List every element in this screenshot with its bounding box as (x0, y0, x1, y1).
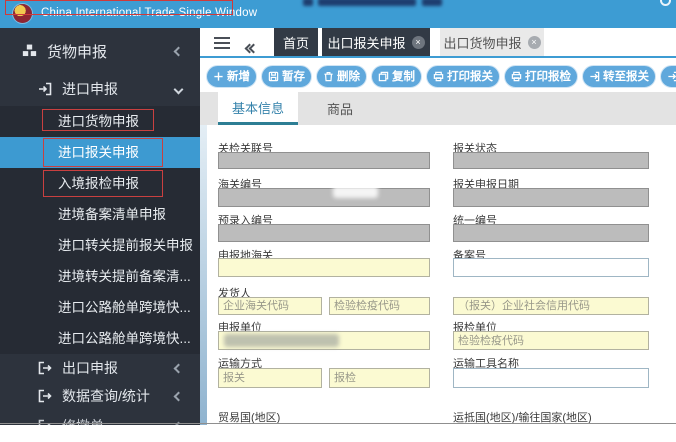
top-bar: China International Trade Single Window (0, 0, 676, 28)
sidebar-item-import-declare[interactable]: 进口申报 (0, 74, 200, 104)
button-label: 转至报关 (603, 68, 649, 84)
print-customs-button[interactable]: 打印报关 (426, 65, 500, 88)
toolbar: 新增 暂存 删除 复制 打印报关 打印报检 转至报关 (200, 60, 676, 92)
tab-label: 出口货物申报 (444, 33, 522, 52)
tab-export-customs[interactable]: 出口报关申报 × (322, 28, 430, 56)
button-label: 打印报关 (447, 68, 493, 84)
chevron-left-icon (174, 391, 184, 401)
transport-mode-inspection-input[interactable] (329, 368, 430, 388)
customs-no-field (218, 188, 430, 207)
transfer-icon (667, 71, 676, 82)
transfer-to-customs-button[interactable]: 转至报关 (582, 65, 656, 88)
sidebar-item-import-transit-pre[interactable]: 进口转关提前报关申报 (0, 230, 200, 261)
sidebar-item-entry-inspection[interactable]: 入境报检申报 (0, 168, 200, 199)
crop-divider (0, 423, 676, 424)
button-label: 复制 (392, 68, 415, 84)
sidebar-item-label: 出口申报 (62, 358, 118, 378)
consignor-customs-code-input[interactable] (218, 297, 322, 315)
user-icon[interactable] (660, 0, 671, 6)
form-tab-bar: 基本信息 商品 (200, 92, 676, 125)
basic-info-form: 关检关联号 报关状态 海关编号 报关申报日期 预录入编号 统一编号 申报地海关 … (200, 125, 676, 425)
sign-out-icon (38, 389, 52, 403)
tab-strip: 首页 出口报关申报 × 出口货物申报 × (200, 28, 676, 58)
copy-icon (378, 71, 389, 82)
trash-icon (323, 71, 334, 82)
sidebar-submenu-import: 进口货物申报 进口报关申报 入境报检申报 进境备案清单申报 进口转关提前报关申报… (0, 106, 200, 354)
customs-status-field (453, 152, 649, 169)
save-icon (268, 71, 279, 82)
unified-no-field (453, 224, 649, 242)
pre-entry-no-field (218, 224, 430, 242)
tab-label: 首页 (283, 33, 309, 52)
printer-icon (433, 71, 444, 82)
sidebar-item-import-road-manifest-1[interactable]: 进口公路舱单跨境快... (0, 292, 200, 323)
tab-label: 出口报关申报 (328, 33, 406, 52)
sign-in-icon (38, 82, 52, 96)
transport-mode-customs-input[interactable] (218, 368, 322, 388)
button-label: 删除 (337, 68, 360, 84)
sidebar-item-label: 数据查询/统计 (62, 386, 150, 406)
sidebar-group-cargo-declare[interactable]: 货物申报 (0, 36, 200, 66)
declare-date-field (453, 188, 649, 207)
annotation-box (5, 0, 233, 15)
chevron-left-icon (174, 46, 184, 56)
button-label: 暂存 (282, 68, 305, 84)
transfer-clipped-button[interactable] (660, 65, 676, 88)
sidebar-item-import-customs-active[interactable]: 进口报关申报 (0, 137, 200, 168)
sign-out-icon (38, 419, 52, 425)
button-label: 打印报检 (525, 68, 571, 84)
copy-button[interactable]: 复制 (371, 65, 422, 88)
sidebar-item-entry-record-list[interactable]: 进境备案清单申报 (0, 199, 200, 230)
tab-export-goods[interactable]: 出口货物申报 × (440, 28, 544, 56)
sidebar-item-import-goods[interactable]: 进口货物申报 (0, 106, 200, 137)
tab-basic-info[interactable]: 基本信息 (218, 92, 298, 125)
delete-button[interactable]: 删除 (316, 65, 367, 88)
sidebar-item-entry-transit-pre[interactable]: 进境转关提前备案清... (0, 261, 200, 292)
clipped-dark-text (318, 0, 416, 6)
chevron-left-icon (174, 363, 184, 373)
printer-icon (511, 71, 522, 82)
tab-goods[interactable]: 商品 (310, 92, 370, 125)
credit-code-input[interactable] (453, 297, 649, 315)
save-draft-button[interactable]: 暂存 (261, 65, 312, 88)
tab-home[interactable]: 首页 (274, 28, 318, 56)
chevron-down-icon (174, 84, 184, 94)
transport-name-input[interactable] (453, 368, 649, 388)
sign-out-icon (38, 361, 52, 375)
sidebar-item-label: 进口申报 (62, 79, 118, 99)
declare-unit-input[interactable] (218, 331, 430, 350)
sidebar-group-label: 货物申报 (47, 41, 107, 62)
sidebar-item-data-query[interactable]: 数据查询/统计 (0, 382, 200, 410)
consignor-ciq-code-input[interactable] (329, 297, 430, 315)
sidebar-item-import-road-manifest-2[interactable]: 进口公路舱单跨境快... (0, 323, 200, 354)
close-icon[interactable]: × (412, 36, 425, 49)
button-label: 新增 (227, 68, 250, 84)
sidebar: 货物申报 进口申报 进口货物申报 进口报关申报 入境报检申报 进境备案清单申报 … (0, 28, 200, 425)
sidebar-item-export-declare[interactable]: 出口申报 (0, 354, 200, 382)
plus-icon (213, 71, 224, 82)
print-inspection-button[interactable]: 打印报检 (504, 65, 578, 88)
rel-no-field (218, 152, 430, 169)
inspection-unit-input[interactable] (453, 331, 649, 350)
collapse-tabs-icon[interactable] (246, 39, 254, 57)
record-no-input[interactable] (453, 258, 649, 277)
close-icon[interactable]: × (528, 36, 541, 49)
transfer-icon (589, 71, 600, 82)
clipped-dark-text (422, 0, 442, 6)
main-content: 首页 出口报关申报 × 出口货物申报 × 新增 暂存 删除 复制 (200, 28, 676, 425)
declare-place-input[interactable] (218, 258, 430, 277)
clipped-dark-text (303, 0, 313, 6)
new-button[interactable]: 新增 (206, 65, 257, 88)
cubes-icon (22, 44, 37, 58)
panel-edge-strip (200, 125, 207, 425)
hamburger-menu-icon[interactable] (214, 37, 230, 52)
